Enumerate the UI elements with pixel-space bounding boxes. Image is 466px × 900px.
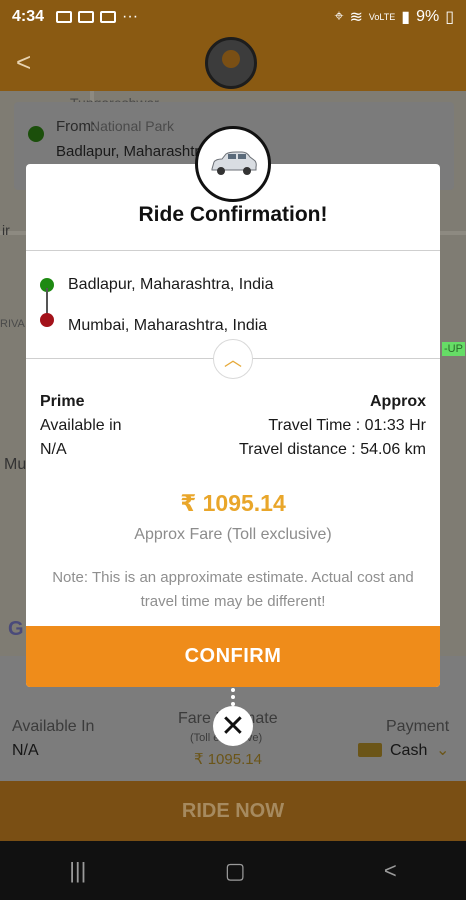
system-nav-bar: ||| ▢ < (0, 841, 466, 900)
from-dot-icon (28, 126, 44, 142)
app-logo (205, 37, 257, 89)
battery-icon: ▯ (445, 8, 454, 26)
google-logo: G (8, 618, 24, 640)
pickup-address: Badlapur, Maharashtra, India (68, 276, 274, 293)
bp-payment-value[interactable]: Cash (390, 742, 427, 760)
close-button[interactable]: ✕ (213, 706, 253, 746)
image-icon (56, 10, 73, 23)
close-icon: ✕ (220, 709, 246, 743)
network-label: VoLTE (368, 11, 396, 22)
travel-time: Travel Time : 01:33 Hr (268, 417, 426, 434)
divider (26, 250, 440, 251)
payment-dropdown-icon[interactable]: ⌄ (436, 740, 449, 760)
from-label: From: (56, 118, 96, 135)
car-icon (195, 126, 271, 202)
notification-icons: ··· (56, 8, 138, 26)
map-side-label-4: Mu (4, 456, 27, 473)
travel-distance: Travel distance : 54.06 km (238, 441, 426, 458)
status-time: 4:34 (12, 7, 45, 25)
available-in-value: N/A (40, 441, 67, 458)
dialog-title: Ride Confirmation! (138, 203, 328, 226)
collapse-button[interactable]: ︿ (213, 339, 253, 379)
map-side-label-2: RIVA (0, 318, 25, 330)
confirm-button[interactable]: CONFIRM (26, 626, 440, 687)
fare-amount: ₹ 1095.14 (180, 490, 286, 516)
ride-confirmation-dialog: Ride Confirmation! Badlapur, Maharashtra… (26, 164, 440, 687)
signal-icon: ▮ (401, 8, 411, 26)
dropoff-address: Mumbai, Maharashtra, India (68, 317, 268, 334)
chevron-up-icon: ︿ (224, 350, 242, 370)
map-side-label: ir (2, 222, 10, 238)
vehicle-type: Prime (40, 393, 85, 410)
back-arrow-icon[interactable]: < (16, 47, 31, 78)
bp-available-in-label: Available In (12, 718, 95, 735)
dropoff-dot-icon (40, 313, 54, 327)
approx-header: Approx (370, 393, 426, 410)
bp-fare-value: ₹ 1095.14 (194, 751, 262, 768)
available-in-label: Available in (40, 417, 122, 434)
fare-caption: Approx Fare (Toll exclusive) (134, 526, 332, 543)
ride-now-button[interactable]: RIDE NOW (0, 781, 466, 841)
recents-icon[interactable]: ||| (69, 858, 86, 884)
status-bar: 4:34 ··· ⌖ ≋ VoLTE ▮ 9% ▯ (0, 0, 466, 33)
wifi-icon: ≋ (349, 8, 363, 26)
bp-payment-label: Payment (386, 718, 450, 735)
status-right: ⌖ ≋ VoLTE ▮ 9% ▯ (334, 7, 454, 27)
location-icon: ⌖ (334, 7, 344, 25)
back-icon[interactable]: < (384, 858, 397, 884)
dots-connector (231, 688, 235, 706)
bp-available-in-value: N/A (12, 742, 39, 759)
app-bar: < (0, 33, 466, 91)
map-side-label-3: -UP (442, 342, 465, 356)
home-icon[interactable]: ▢ (225, 858, 246, 884)
mail-icon (100, 10, 117, 23)
estimate-note: Note: This is an approximate estimate. A… (52, 569, 414, 610)
map-place-label-2: National Park (90, 118, 175, 134)
more-notifications-icon: ··· (122, 7, 139, 25)
cash-icon (358, 743, 382, 757)
card-icon (78, 10, 95, 23)
battery-label: 9% (416, 7, 440, 25)
